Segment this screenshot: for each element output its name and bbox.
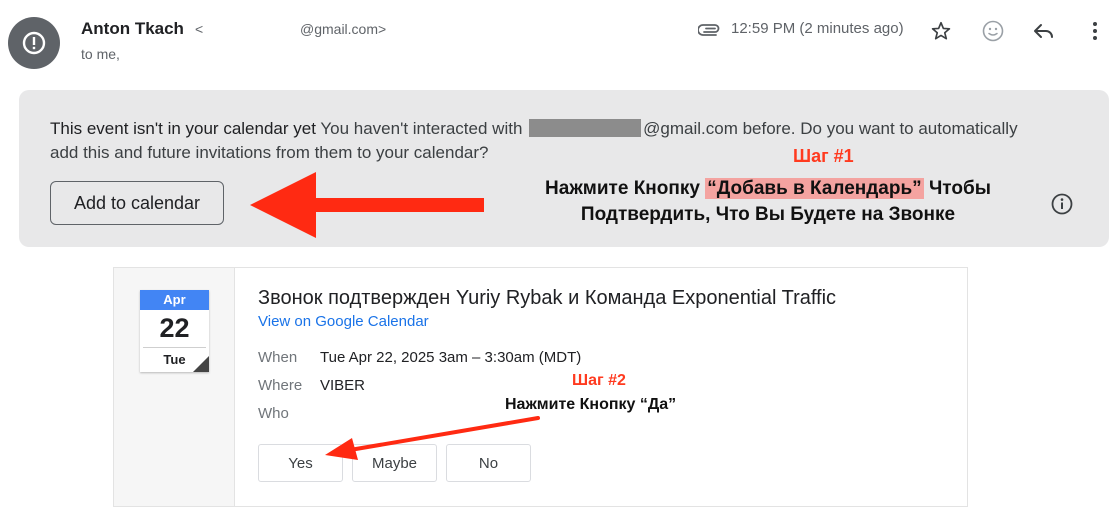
step2-title: Шаг #2 <box>572 372 626 389</box>
where-label: Where <box>258 377 303 394</box>
step2-instruction: Нажмите Кнопку “Да” <box>505 396 677 413</box>
recipients-line[interactable]: to me, <box>81 46 120 62</box>
rsvp-yes-button[interactable]: Yes <box>258 444 343 482</box>
where-value: VIBER <box>320 377 366 394</box>
calendar-month: Apr <box>140 290 209 310</box>
sender-email-open: < <box>195 21 204 37</box>
banner-bold-text: This event isn't in your calendar yet <box>50 119 316 138</box>
when-value: Tue Apr 22, 2025 3am – 3:30am (MDT) <box>320 349 582 366</box>
more-vert-icon[interactable] <box>1082 18 1108 44</box>
calendar-divider <box>143 347 206 348</box>
sender-avatar[interactable] <box>8 17 60 69</box>
step1-title: Шаг #1 <box>793 146 854 166</box>
who-label: Who <box>258 405 289 422</box>
step1-highlight: “Добавь в Календарь” <box>705 178 924 199</box>
step1-pre: Нажмите Кнопку <box>545 178 700 199</box>
info-icon[interactable] <box>1050 192 1074 221</box>
add-to-calendar-button[interactable]: Add to calendar <box>50 181 224 225</box>
calendar-day: 22 <box>159 313 190 343</box>
emoji-icon[interactable] <box>980 18 1006 44</box>
calendar-page-fold-icon <box>193 356 209 372</box>
sender-name: Anton Tkach <box>81 19 184 38</box>
banner-text-1: You haven't interacted with <box>320 119 523 138</box>
banner-message: This event isn't in your calendar yet Yo… <box>50 117 1030 165</box>
star-icon[interactable] <box>928 18 954 44</box>
rsvp-maybe-button[interactable]: Maybe <box>352 444 437 482</box>
paperclip-icon <box>697 20 722 43</box>
redacted-email <box>529 119 642 137</box>
email-time: 12:59 PM (2 minutes ago) <box>731 20 904 37</box>
rsvp-no-button[interactable]: No <box>446 444 531 482</box>
reply-icon[interactable] <box>1031 18 1057 44</box>
step1-instruction: Нажмите Кнопку “Добавь в Календарь” Чтоб… <box>498 176 1038 228</box>
event-title: Звонок подтвержден Yuriy Rybak и Команда… <box>258 287 837 309</box>
alert-icon <box>22 31 46 55</box>
view-on-google-calendar-link[interactable]: View on Google Calendar <box>258 313 429 330</box>
when-label: When <box>258 349 298 366</box>
sender-email: @gmail.com> <box>300 21 387 37</box>
